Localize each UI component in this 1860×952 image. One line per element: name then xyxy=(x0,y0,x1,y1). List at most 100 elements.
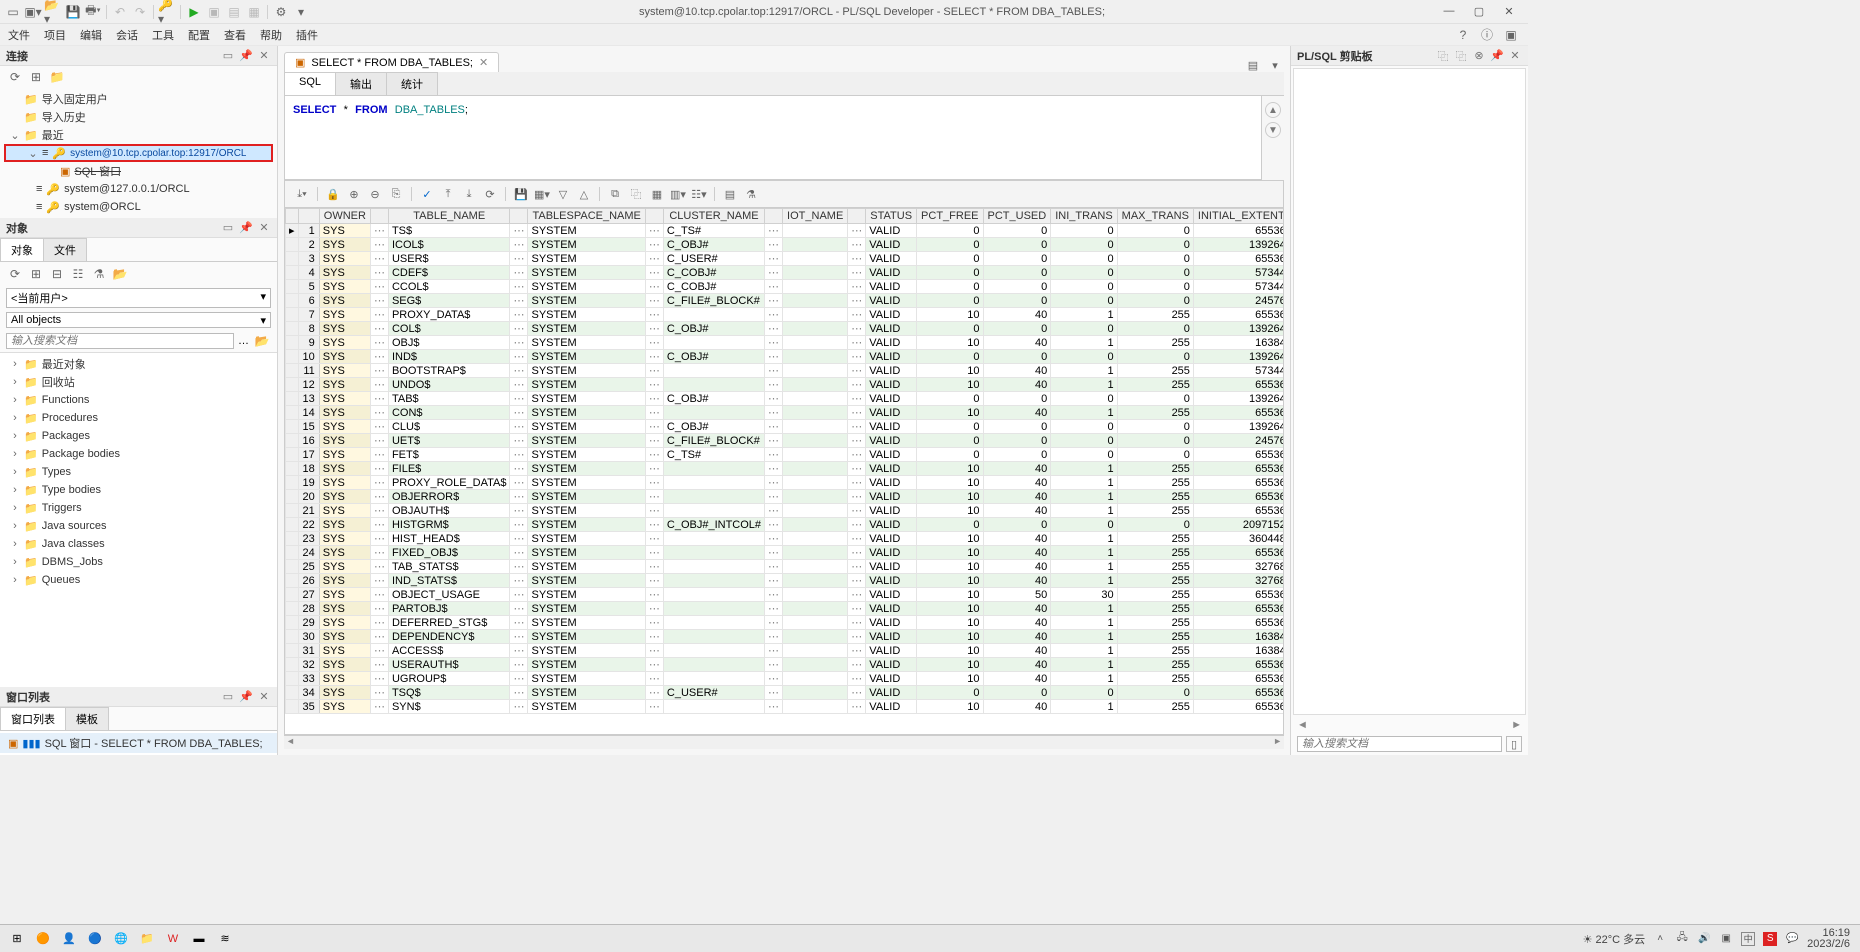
tray-vol-icon[interactable]: 🔊 xyxy=(1697,932,1711,946)
obj-open-icon[interactable]: 📂 xyxy=(111,265,129,283)
clipboard-search-input[interactable] xyxy=(1297,736,1502,752)
obj-tree-item[interactable]: ›📁Procedures xyxy=(0,409,277,427)
more-icon[interactable]: ▾ xyxy=(292,3,310,21)
menu-view[interactable]: 查看 xyxy=(224,27,246,43)
table-row[interactable]: 22SYS⋯HISTGRM$⋯SYSTEM⋯C_OBJ#_INTCOL#⋯⋯VA… xyxy=(286,518,1285,532)
menu-file[interactable]: 文件 xyxy=(8,27,30,43)
about-icon[interactable]: ▣ xyxy=(1502,26,1520,44)
close-button[interactable]: ✕ xyxy=(1500,5,1518,18)
panel-close-button[interactable]: ✕ xyxy=(257,49,271,62)
table-row[interactable]: 25SYS⋯TAB_STATS$⋯SYSTEM⋯⋯⋯VALID104012553… xyxy=(286,560,1285,574)
tab-dropdown-button[interactable]: ▾ xyxy=(1266,59,1284,72)
table-row[interactable]: 28SYS⋯PARTOBJ$⋯SYSTEM⋯⋯⋯VALID10401255655… xyxy=(286,602,1285,616)
weather-widget[interactable]: ☀ 22°C 多云 xyxy=(1583,931,1646,947)
clip-close-button[interactable]: ✕ xyxy=(1508,49,1522,62)
taskbar-app-3[interactable]: 🔵 xyxy=(82,928,108,950)
gt-grid-icon[interactable]: ▦ xyxy=(648,185,666,203)
break-icon[interactable]: ▦ xyxy=(245,3,263,21)
table-row[interactable]: 24SYS⋯FIXED_OBJ$⋯SYSTEM⋯⋯⋯VALID104012556… xyxy=(286,546,1285,560)
clip-pin-button[interactable]: 📌 xyxy=(1490,49,1504,62)
table-row[interactable]: 7SYS⋯PROXY_DATA$⋯SYSTEM⋯⋯⋯VALID104012556… xyxy=(286,308,1285,322)
menu-session[interactable]: 会话 xyxy=(116,27,138,43)
wl-pin-button[interactable]: 📌 xyxy=(239,690,253,703)
table-row[interactable]: 27SYS⋯OBJECT_USAGE⋯SYSTEM⋯⋯⋯VALID1050302… xyxy=(286,588,1285,602)
table-row[interactable]: 9SYS⋯OBJ$⋯SYSTEM⋯⋯⋯VALID1040125516384106… xyxy=(286,336,1285,350)
table-row[interactable]: 12SYS⋯UNDO$⋯SYSTEM⋯⋯⋯VALID10401255655361… xyxy=(286,378,1285,392)
menu-project[interactable]: 项目 xyxy=(44,27,66,43)
tree-active-connection[interactable]: ⌄≡🔑system@10.tcp.cpolar.top:12917/ORCL xyxy=(4,144,273,162)
table-row[interactable]: 19SYS⋯PROXY_ROLE_DATA$⋯SYSTEM⋯⋯⋯VALID104… xyxy=(286,476,1285,490)
gt-chart-icon[interactable]: ▥▾ xyxy=(669,185,687,203)
table-row[interactable]: 6SYS⋯SEG$⋯SYSTEM⋯C_FILE#_BLOCK#⋯⋯VALID00… xyxy=(286,294,1285,308)
obj-float-button[interactable]: ▭ xyxy=(221,221,235,234)
tab-layout-button[interactable]: ▤ xyxy=(1244,59,1262,72)
menu-help[interactable]: 帮助 xyxy=(260,27,282,43)
menu-plugin[interactable]: 插件 xyxy=(296,27,318,43)
tray-notif-icon[interactable]: 💬 xyxy=(1785,932,1799,946)
menu-edit[interactable]: 编辑 xyxy=(80,27,102,43)
clip-left-icon[interactable]: ◄ xyxy=(1297,719,1308,731)
obj-tree-item[interactable]: ›📁Queues xyxy=(0,571,277,589)
minimize-button[interactable]: — xyxy=(1440,5,1458,18)
user-select[interactable]: <当前用户>▾ xyxy=(6,288,271,308)
tray-up-icon[interactable]: ˄ xyxy=(1653,932,1667,946)
clip-right-icon[interactable]: ► xyxy=(1511,719,1522,731)
tree-recent[interactable]: ⌄📁最近 xyxy=(0,126,277,144)
table-row[interactable]: 8SYS⋯COL$⋯SYSTEM⋯C_OBJ#⋯⋯VALID0000139264… xyxy=(286,322,1285,336)
obj-add-icon[interactable]: ⊞ xyxy=(27,265,45,283)
wl-float-button[interactable]: ▭ xyxy=(221,690,235,703)
gt-export-icon[interactable]: ▦▾ xyxy=(533,185,551,203)
gt-last-icon[interactable]: ⤓ xyxy=(460,185,478,203)
new-tab-icon[interactable]: ▣▾ xyxy=(24,3,42,21)
grid-hscrollbar[interactable] xyxy=(284,735,1284,749)
gt-lock-icon[interactable]: 🔒 xyxy=(324,185,342,203)
panel-pin-button[interactable]: 📌 xyxy=(239,49,253,62)
obj-tree-icon[interactable]: ☷ xyxy=(69,265,87,283)
table-row[interactable]: 4SYS⋯CDEF$⋯SYSTEM⋯C_COBJ#⋯⋯VALID00005734… xyxy=(286,266,1285,280)
tune-icon[interactable]: ⚙ xyxy=(272,3,290,21)
refresh-icon[interactable]: ⟳ xyxy=(6,68,24,86)
gt-view-icon[interactable]: ▤ xyxy=(721,185,739,203)
table-row[interactable]: 18SYS⋯FILE$⋯SYSTEM⋯⋯⋯VALID10401255655361… xyxy=(286,462,1285,476)
document-tab[interactable]: ▣ SELECT * FROM DBA_TABLES; ✕ xyxy=(284,52,499,72)
gt-first-icon[interactable]: ⤒ xyxy=(439,185,457,203)
obj-search-input[interactable] xyxy=(6,333,234,349)
tab-objects[interactable]: 对象 xyxy=(0,238,44,261)
table-row[interactable]: 16SYS⋯UET$⋯SYSTEM⋯C_FILE#_BLOCK#⋯⋯VALID0… xyxy=(286,434,1285,448)
undo-icon[interactable]: ↶ xyxy=(111,3,129,21)
gt-add-icon[interactable]: ⊕ xyxy=(345,185,363,203)
tray-app-icon[interactable]: ▣ xyxy=(1719,932,1733,946)
wl-close-button[interactable]: ✕ xyxy=(257,690,271,703)
tray-net-icon[interactable]: 🖧 xyxy=(1675,932,1689,946)
gt-up-icon[interactable]: ▽ xyxy=(554,185,572,203)
obj-tree-item[interactable]: ›📁Types xyxy=(0,463,277,481)
table-row[interactable]: 35SYS⋯SYN$⋯SYSTEM⋯⋯⋯VALID104012556553610… xyxy=(286,700,1285,714)
help-icon[interactable]: ? xyxy=(1454,26,1472,44)
save-icon[interactable]: 💾 xyxy=(64,3,82,21)
maximize-button[interactable]: ▢ xyxy=(1470,5,1488,18)
table-row[interactable]: 34SYS⋯TSQ$⋯SYSTEM⋯C_USER#⋯⋯VALID00006553… xyxy=(286,686,1285,700)
obj-tree-item[interactable]: ›📁Java sources xyxy=(0,517,277,535)
key-icon[interactable]: 🔑▾ xyxy=(158,3,176,21)
print-icon[interactable]: 🖶▾ xyxy=(84,3,102,21)
tree-sql-window[interactable]: ▣SQL 窗口 xyxy=(0,162,277,180)
subtab-sql[interactable]: SQL xyxy=(284,72,336,95)
table-row[interactable]: 32SYS⋯USERAUTH$⋯SYSTEM⋯⋯⋯VALID1040125565… xyxy=(286,658,1285,672)
obj-remove-icon[interactable]: ⊟ xyxy=(48,265,66,283)
open-icon[interactable]: 📂▾ xyxy=(44,3,62,21)
obj-close-button[interactable]: ✕ xyxy=(257,221,271,234)
step-icon[interactable]: ▤ xyxy=(225,3,243,21)
menu-config[interactable]: 配置 xyxy=(188,27,210,43)
gt-copy-icon[interactable]: ⿻ xyxy=(627,185,645,203)
run-icon[interactable]: ▶ xyxy=(185,3,203,21)
info-icon[interactable]: ⓘ xyxy=(1478,26,1496,44)
gt-fetch-icon[interactable]: ⤓▾ xyxy=(293,185,311,203)
taskbar-app-2[interactable]: 👤 xyxy=(56,928,82,950)
clipboard-search-button[interactable]: ▯ xyxy=(1506,736,1522,752)
clip-clear-icon[interactable]: ⊗ xyxy=(1472,49,1486,62)
table-row[interactable]: 10SYS⋯IND$⋯SYSTEM⋯C_OBJ#⋯⋯VALID000013926… xyxy=(286,350,1285,364)
subtab-stats[interactable]: 统计 xyxy=(386,72,438,95)
menu-tools[interactable]: 工具 xyxy=(152,27,174,43)
table-row[interactable]: 26SYS⋯IND_STATS$⋯SYSTEM⋯⋯⋯VALID104012553… xyxy=(286,574,1285,588)
taskbar-app-8[interactable]: ≋ xyxy=(212,928,238,950)
